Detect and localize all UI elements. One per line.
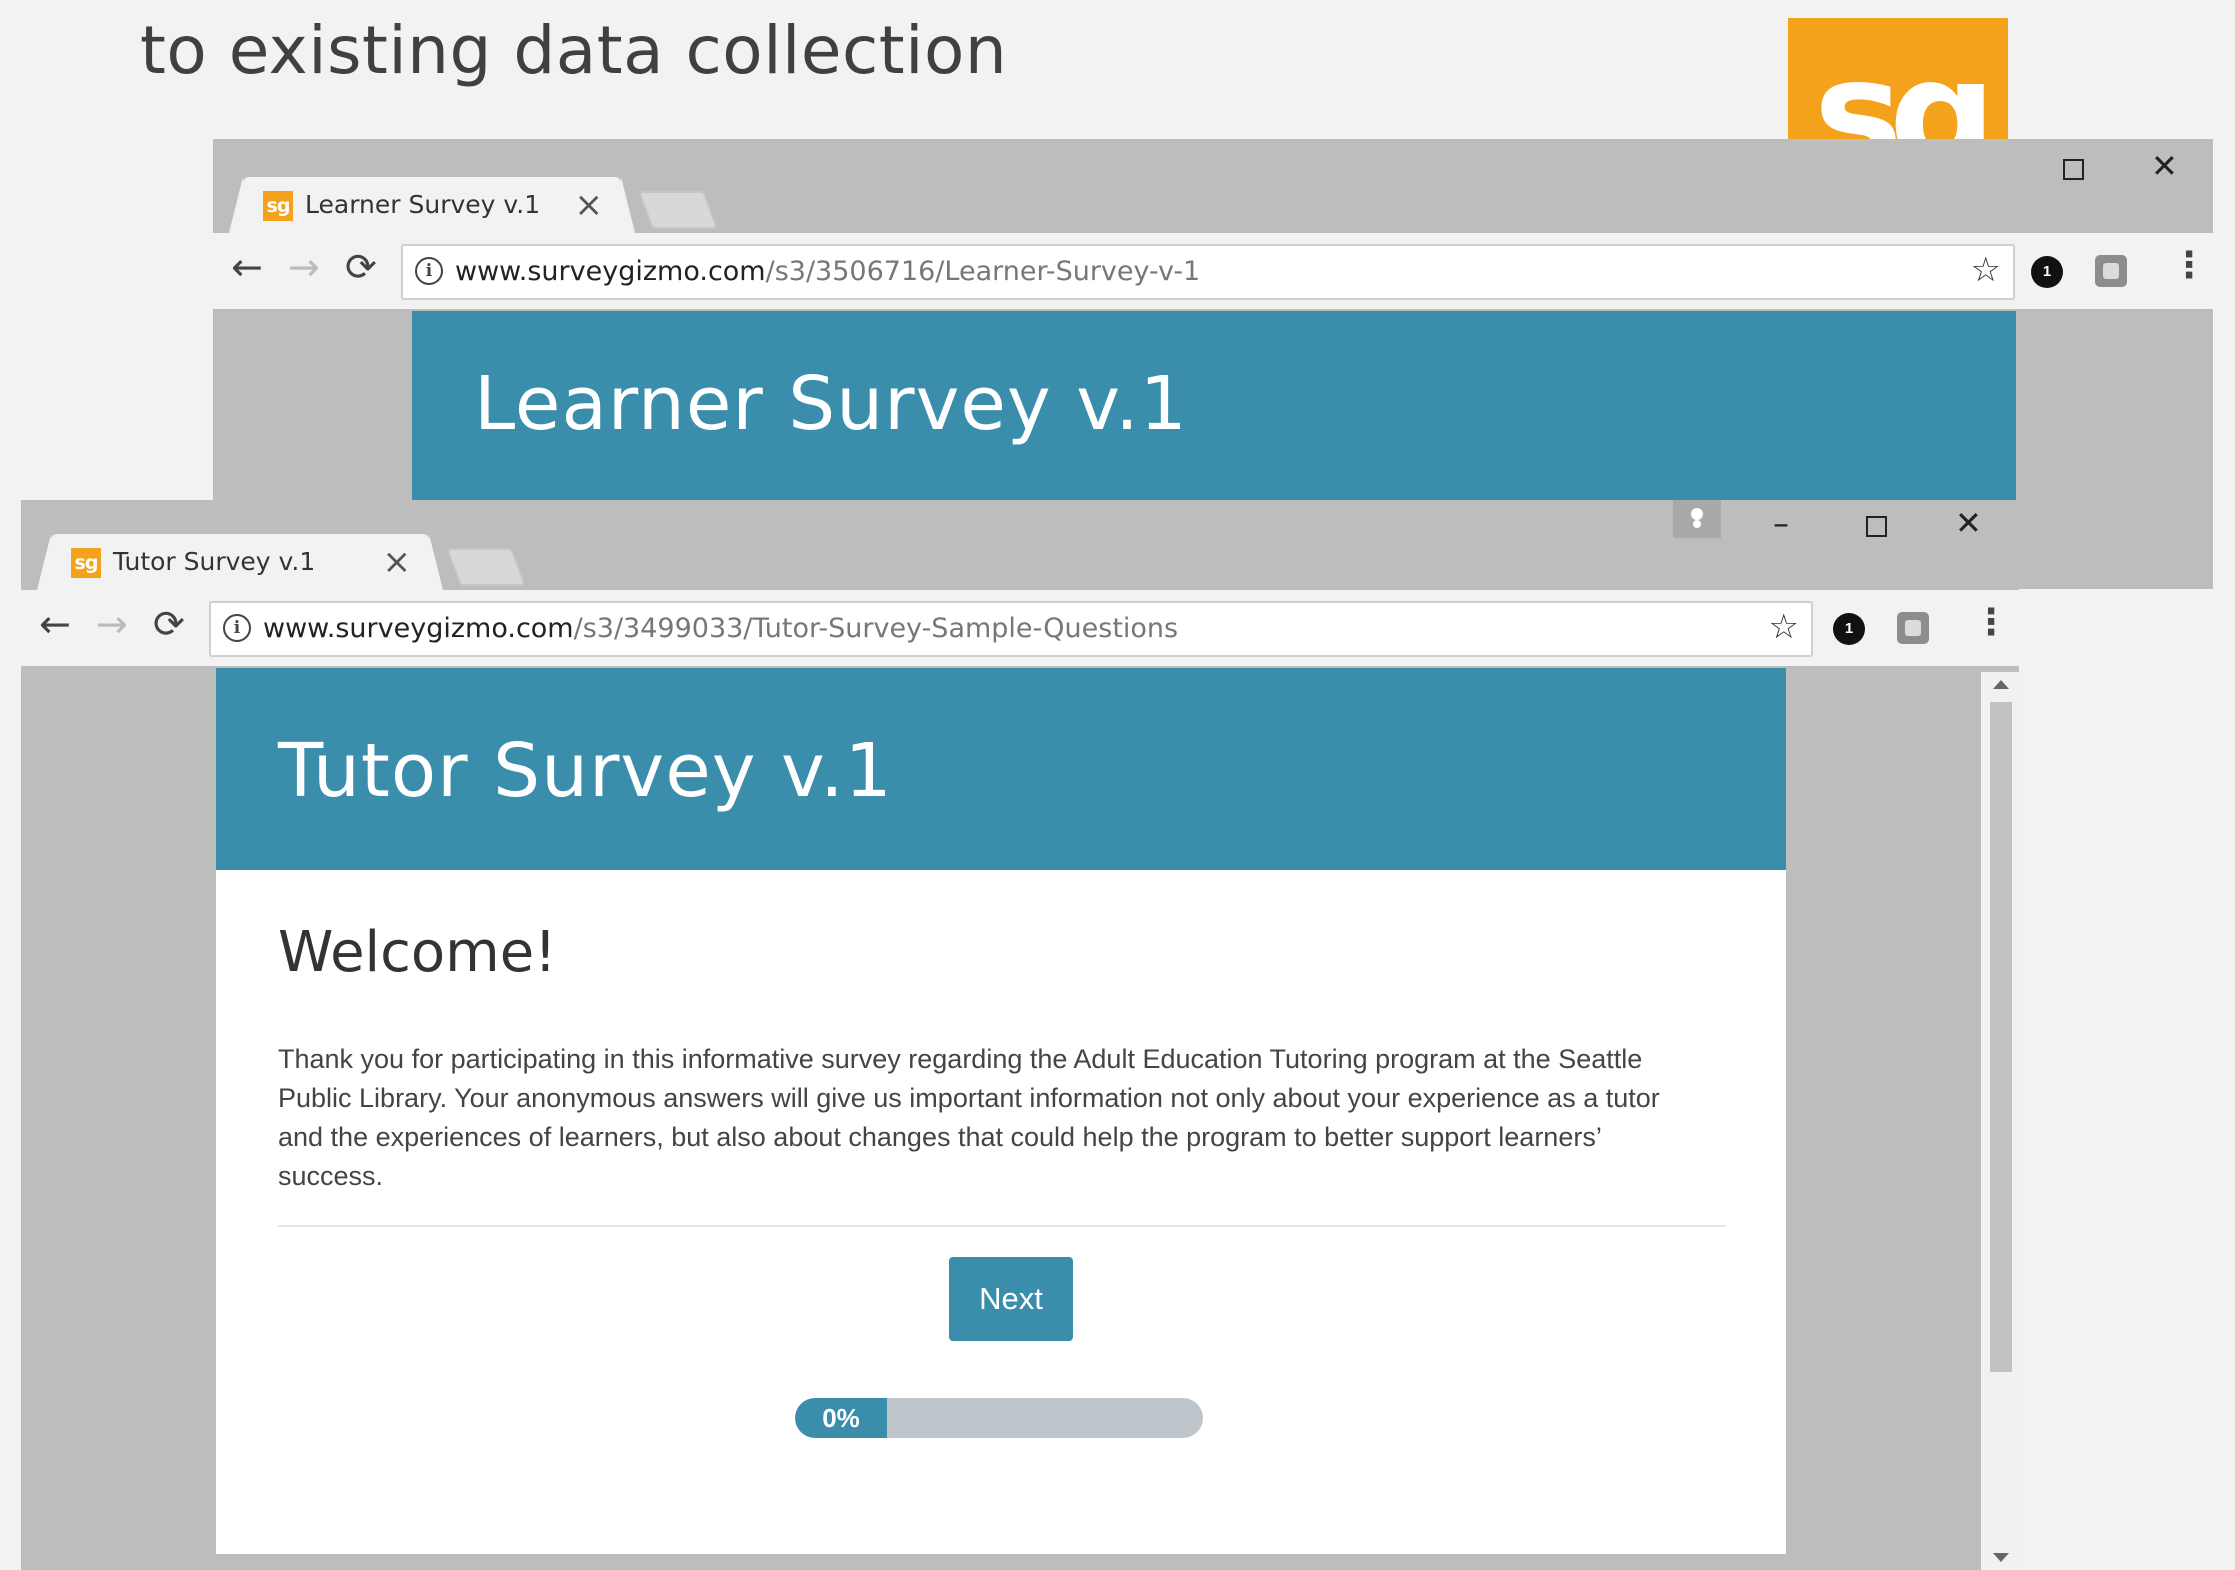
url-host: www.surveygizmo.com [263,613,574,644]
extension-icon[interactable] [1897,612,1929,644]
tab-tutor-survey[interactable]: sg Tutor Survey v.1 × [37,534,443,590]
address-bar[interactable]: i www.surveygizmo.com/s3/3506716/Learner… [401,244,2015,300]
tab-close-icon[interactable]: × [575,185,604,225]
maximize-icon[interactable] [1866,516,1887,537]
extension-icon[interactable] [2095,255,2127,287]
url-text[interactable]: www.surveygizmo.com/s3/3506716/Learner-S… [455,256,1200,287]
scrollbar[interactable] [1981,672,2021,1570]
profile-icon[interactable] [1673,500,1721,538]
tab-title: Tutor Survey v.1 [113,547,316,576]
banner-title: Learner Survey v.1 [474,361,1188,447]
url-host: www.surveygizmo.com [455,256,766,287]
scroll-up-icon[interactable] [1993,680,2009,689]
toolbar: ← → ⟳ i www.surveygizmo.com/s3/3499033/T… [21,590,2019,666]
learner-survey-banner: Learner Survey v.1 [412,311,2016,501]
slide-title: to existing data collection [140,12,1008,89]
forward-arrow-icon[interactable]: → [288,245,320,289]
intro-paragraph: Thank you for participating in this info… [278,1044,1660,1191]
new-tab-button[interactable] [446,548,526,586]
scroll-thumb[interactable] [1990,702,2012,1372]
url-path: /s3/3506716/Learner-Survey-v-1 [765,256,1201,287]
progress-bar: 0% [795,1398,1203,1438]
url-path: /s3/3499033/Tutor-Survey-Sample-Question… [573,613,1179,644]
welcome-heading: Welcome! [278,920,557,985]
address-bar[interactable]: i www.surveygizmo.com/s3/3499033/Tutor-S… [209,601,1813,657]
menu-icon[interactable]: ⋮ [2171,245,2207,286]
progress-fill: 0% [795,1398,887,1438]
tab-learner-survey[interactable]: sg Learner Survey v.1 × [229,177,635,233]
tutor-survey-banner: Tutor Survey v.1 [216,668,1786,870]
maximize-icon[interactable] [2063,159,2084,180]
reload-icon[interactable]: ⟳ [345,245,377,289]
reload-icon[interactable]: ⟳ [153,602,185,646]
browser-window-tutor: sg Tutor Survey v.1 × – ✕ ← → ⟳ i www.su… [21,500,2021,1570]
bookmark-star-icon[interactable]: ☆ [1769,607,1799,647]
close-window-icon[interactable]: ✕ [2151,147,2178,185]
divider [278,1225,1726,1227]
info-icon[interactable]: i [223,614,251,642]
info-icon[interactable]: i [415,257,443,285]
banner-title: Tutor Survey v.1 [278,728,893,814]
toolbar: ← → ⟳ i www.surveygizmo.com/s3/3506716/L… [213,233,2213,309]
favicon-icon: sg [71,548,101,578]
bookmark-star-icon[interactable]: ☆ [1971,250,2001,290]
close-window-icon[interactable]: ✕ [1955,504,1982,542]
survey-page: Welcome! Thank you for participating in … [216,870,1786,1554]
extension-badge-icon[interactable]: 1 [2031,256,2063,288]
back-arrow-icon[interactable]: ← [39,602,71,646]
new-tab-button[interactable] [638,191,718,229]
extension-badge-icon[interactable]: 1 [1833,613,1865,645]
forward-arrow-icon[interactable]: → [96,602,128,646]
next-button[interactable]: Next [949,1257,1073,1341]
favicon-icon: sg [263,191,293,221]
tab-close-icon[interactable]: × [383,542,412,582]
back-arrow-icon[interactable]: ← [231,245,263,289]
tab-title: Learner Survey v.1 [305,190,541,219]
minimize-icon[interactable]: – [1773,504,1789,542]
url-text[interactable]: www.surveygizmo.com/s3/3499033/Tutor-Sur… [263,613,1178,644]
menu-icon[interactable]: ⋮ [1973,602,2009,643]
scroll-down-icon[interactable] [1993,1553,2009,1562]
